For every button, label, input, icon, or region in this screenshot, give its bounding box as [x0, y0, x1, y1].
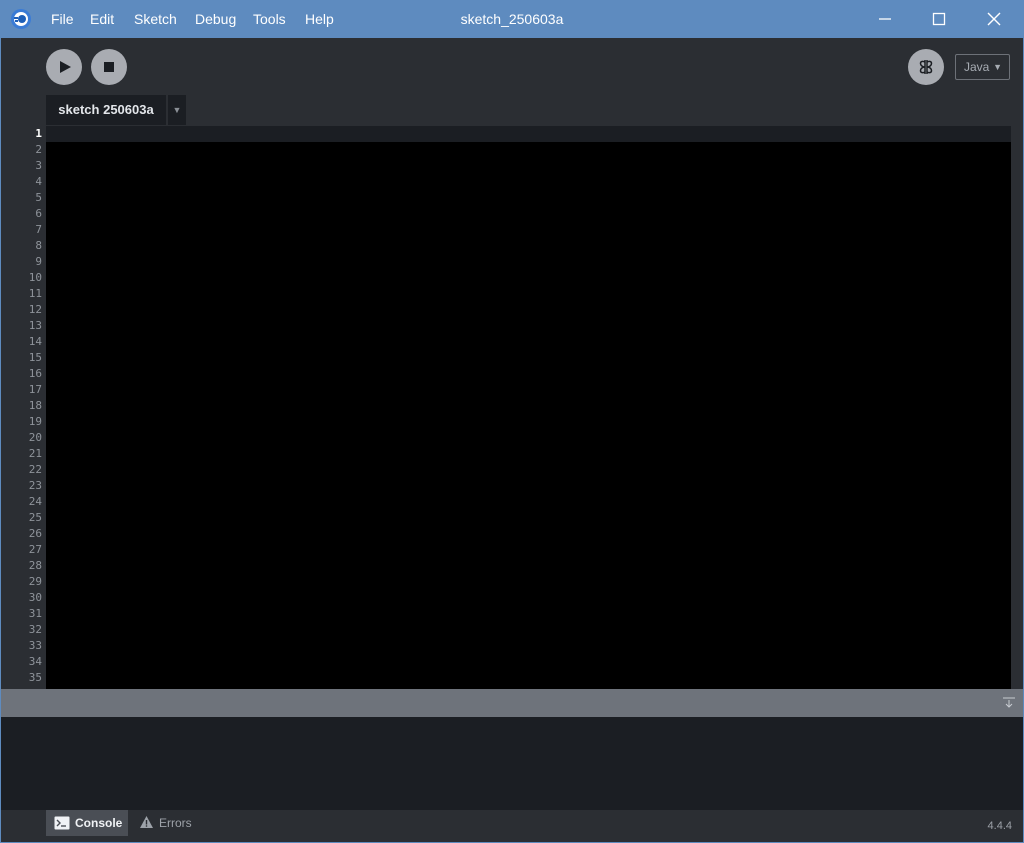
debugger-button[interactable] — [908, 49, 944, 85]
line-number: 9 — [35, 255, 42, 268]
menu-debug[interactable]: Debug — [195, 11, 236, 27]
errors-tab-label: Errors — [159, 816, 192, 830]
line-number: 1 — [35, 127, 42, 140]
line-number: 24 — [28, 495, 42, 508]
line-number: 13 — [28, 319, 42, 332]
title-bar: File Edit Sketch Debug Tools Help sketch… — [0, 0, 1024, 38]
menu-tools[interactable]: Tools — [253, 11, 286, 27]
line-number: 31 — [28, 607, 42, 620]
line-number: 14 — [28, 335, 42, 348]
line-number: 4 — [35, 175, 42, 188]
processing-logo-icon — [10, 8, 32, 30]
line-number: 2 — [35, 143, 42, 156]
line-number: 10 — [28, 271, 42, 284]
footer-bar: Console Errors 4.4.4 — [1, 810, 1023, 842]
menu-file[interactable]: File — [51, 11, 74, 27]
stop-button[interactable] — [91, 49, 127, 85]
line-number: 29 — [28, 575, 42, 588]
line-number: 16 — [28, 367, 42, 380]
line-number: 23 — [28, 479, 42, 492]
mode-selector[interactable]: Java ▼ — [955, 54, 1010, 80]
line-number: 19 — [28, 415, 42, 428]
console-tab-label: Console — [75, 816, 123, 830]
tab-errors[interactable]: Errors — [135, 810, 205, 836]
line-number: 21 — [28, 447, 42, 460]
close-button[interactable] — [967, 0, 1021, 38]
collapse-console-icon[interactable] — [1002, 696, 1016, 710]
line-number: 12 — [28, 303, 42, 316]
line-number: 32 — [28, 623, 42, 636]
tab-sketch[interactable]: sketch 250603a — [46, 95, 166, 125]
menu-help[interactable]: Help — [305, 11, 334, 27]
line-number: 18 — [28, 399, 42, 412]
tab-console[interactable]: Console — [46, 810, 128, 836]
terminal-icon — [54, 816, 70, 830]
version-label: 4.4.4 — [987, 820, 1012, 832]
tab-menu-button[interactable]: ▼ — [168, 95, 186, 125]
line-number: 25 — [28, 511, 42, 524]
line-number: 22 — [28, 463, 42, 476]
maximize-icon — [932, 12, 946, 26]
current-line-highlight — [46, 126, 1011, 142]
line-number: 3 — [35, 159, 42, 172]
editor-scrollbar[interactable] — [1011, 126, 1023, 689]
minimize-icon — [879, 18, 891, 20]
menu-edit[interactable]: Edit — [90, 11, 114, 27]
line-number: 20 — [28, 431, 42, 444]
mode-label: Java — [964, 60, 990, 74]
line-number: 17 — [28, 383, 42, 396]
line-number-gutter: 1 2 3 4 5 6 7 8 9 10 11 12 13 14 15 16 17 18 19 20 21 22 23 24 2… — [1, 126, 46, 689]
chevron-down-icon: ▼ — [172, 105, 182, 115]
line-number: 26 — [28, 527, 42, 540]
play-icon — [60, 61, 71, 73]
warning-icon — [140, 816, 153, 828]
line-number: 8 — [35, 239, 42, 252]
maximize-button[interactable] — [912, 0, 966, 38]
console-header — [1, 689, 1023, 717]
run-button[interactable] — [46, 49, 82, 85]
line-number: 27 — [28, 543, 42, 556]
line-number: 7 — [35, 223, 42, 236]
menu-sketch[interactable]: Sketch — [134, 11, 177, 27]
console-output[interactable] — [1, 717, 1023, 810]
line-number: 6 — [35, 207, 42, 220]
close-icon — [987, 12, 1001, 26]
butterfly-icon — [919, 60, 933, 74]
stop-icon — [104, 62, 114, 72]
code-editor[interactable] — [46, 126, 1011, 689]
chevron-down-icon: ▼ — [993, 62, 1002, 72]
line-number: 33 — [28, 639, 42, 652]
line-number: 11 — [28, 287, 42, 300]
line-number: 15 — [28, 351, 42, 364]
line-number: 5 — [35, 191, 42, 204]
line-number: 35 — [28, 671, 42, 684]
minimize-button[interactable] — [858, 0, 912, 38]
line-number: 30 — [28, 591, 42, 604]
line-number: 28 — [28, 559, 42, 572]
line-number: 34 — [28, 655, 42, 668]
